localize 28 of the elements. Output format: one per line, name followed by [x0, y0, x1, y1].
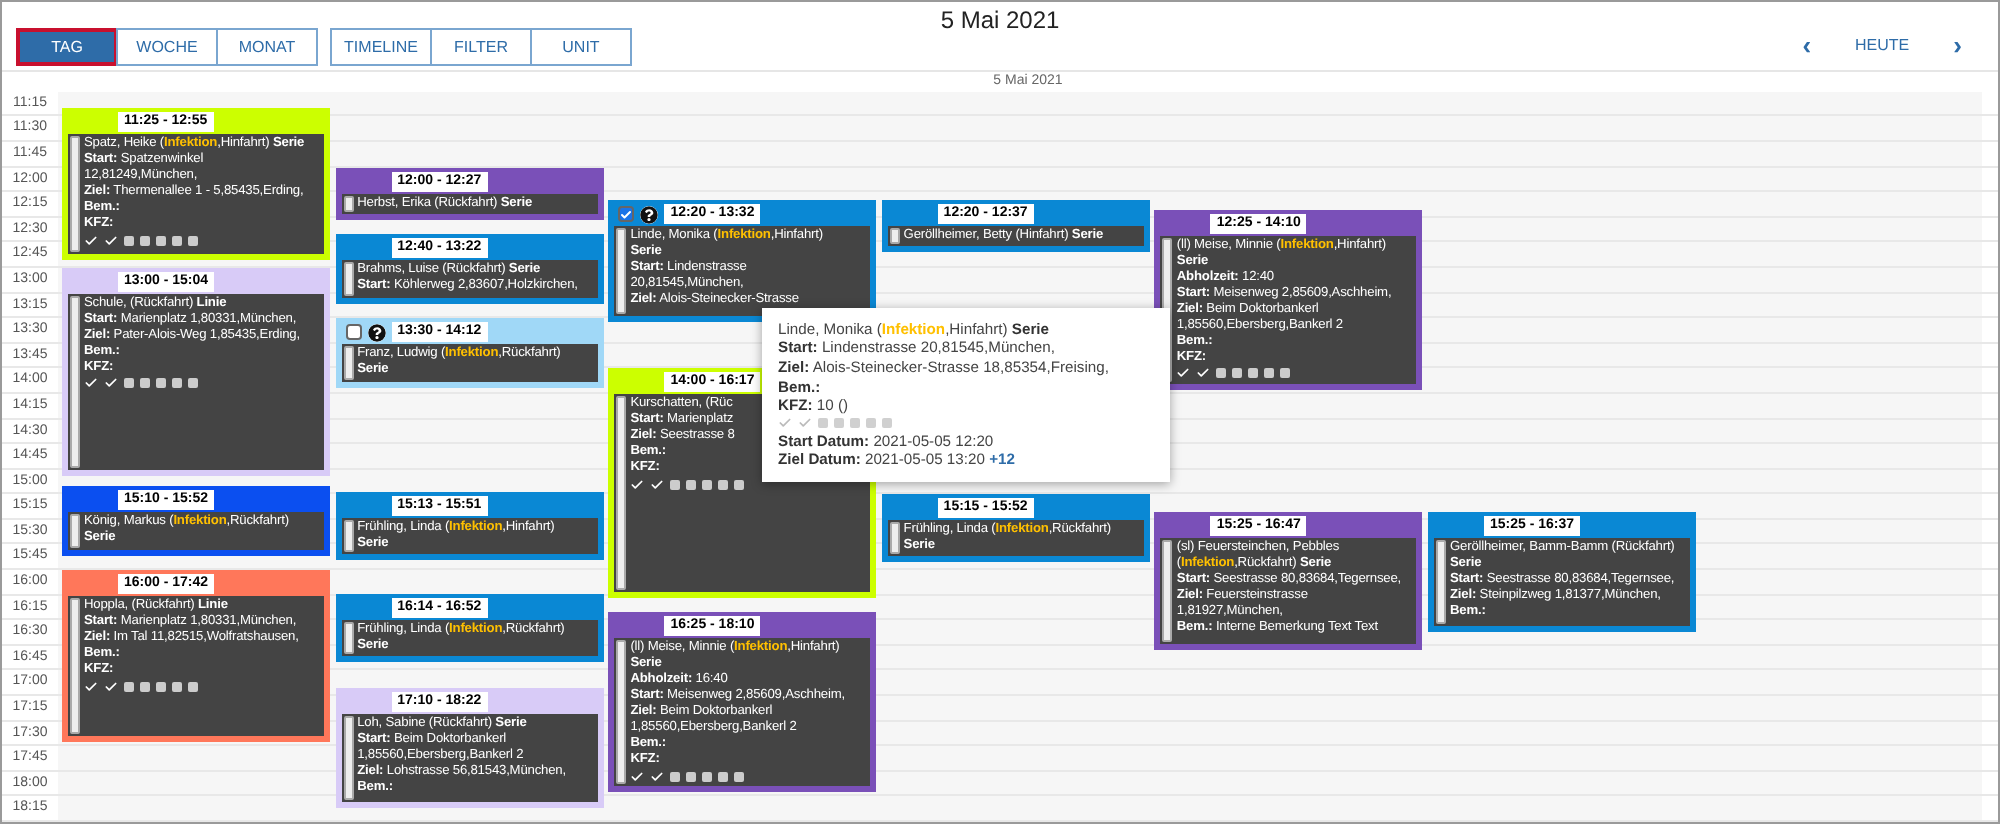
scroll-thumb: [343, 715, 354, 801]
view-tab[interactable]: MONAT: [216, 27, 318, 66]
toolbar-button[interactable]: UNIT: [530, 27, 632, 66]
scroll-thumb: [889, 228, 900, 245]
scroll-thumb: [70, 136, 80, 252]
scroll-thumb: [1162, 539, 1173, 642]
help-icon[interactable]: [640, 205, 659, 224]
scroll-thumb: [889, 522, 900, 555]
scroll-thumb: [343, 262, 354, 297]
scroll-thumb: [343, 519, 354, 552]
view-tab[interactable]: TAG: [16, 27, 118, 66]
previous-button[interactable]: ‹: [1798, 33, 1816, 58]
scroll-thumb: [343, 195, 354, 212]
help-icon[interactable]: [367, 323, 386, 342]
view-tab[interactable]: WOCHE: [116, 27, 218, 66]
scroll-thumb: [343, 346, 354, 381]
toolbar-button[interactable]: FILTER: [430, 27, 532, 66]
scroll-thumb: [343, 621, 354, 654]
next-button[interactable]: ›: [1949, 33, 1966, 58]
scroll-thumb: [70, 514, 80, 549]
scroll-thumb: [616, 228, 627, 314]
date-title: 5 Mai 2021: [940, 4, 1060, 34]
scroll-thumb: [70, 598, 80, 734]
today-button[interactable]: HEUTE: [1851, 33, 1914, 58]
scroll-thumb: [1436, 539, 1446, 625]
checkbox[interactable]: [345, 324, 362, 341]
toolbar-button[interactable]: TIMELINE: [330, 27, 432, 66]
checkbox[interactable]: [618, 206, 635, 223]
